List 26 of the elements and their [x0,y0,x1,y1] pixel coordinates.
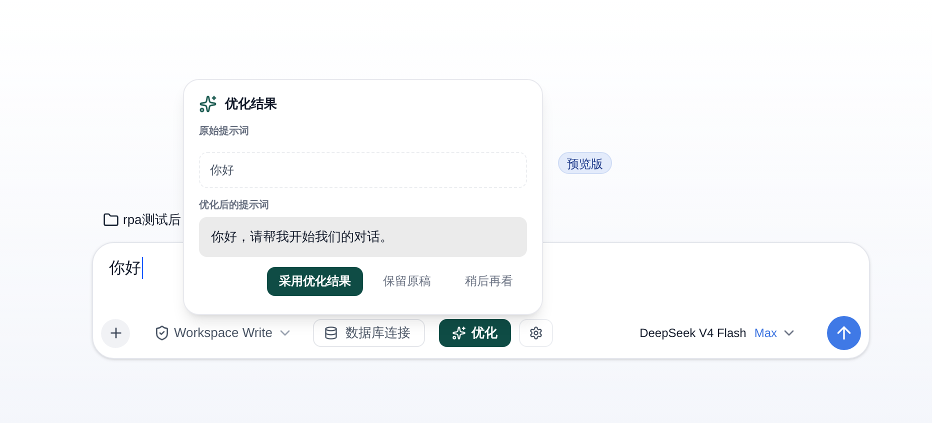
database-icon [324,326,338,340]
effort-label: Max [754,325,777,342]
model-selector[interactable]: DeepSeek V4 Flash Max [640,319,797,347]
settings-button[interactable] [518,319,552,347]
optimize-button[interactable]: 优化 [438,319,510,347]
send-button[interactable] [827,316,861,350]
prompt-input[interactable]: 你好 [109,257,143,279]
add-button[interactable] [101,318,130,348]
settings-icon [528,326,542,340]
mode-selector[interactable]: Workspace Write [150,319,296,347]
database-button[interactable]: 数据库连接 [312,319,424,347]
optimized-prompt-box: 你好，请帮我开始我们的对话。 [199,216,527,256]
preview-badge: 预览版 [558,152,612,174]
shield-icon [154,325,170,341]
action-button[interactable]: 稍后再看 [451,266,527,296]
popup-title: 优化结果 [225,95,277,113]
apply-button[interactable]: 采用优化结果 [267,266,363,296]
sparkle-icon [199,94,217,113]
section-label: 原始提示词 [199,124,250,138]
plus-icon [108,325,124,341]
folder-label[interactable]: rpa测试后 [123,210,181,230]
section-label: 优化后的提示词 [199,198,270,212]
action-button[interactable]: 保留原稿 [369,266,445,296]
folder-icon [103,212,119,228]
original-prompt-box: 你好 [199,152,527,188]
sparkle-icon [452,326,466,340]
